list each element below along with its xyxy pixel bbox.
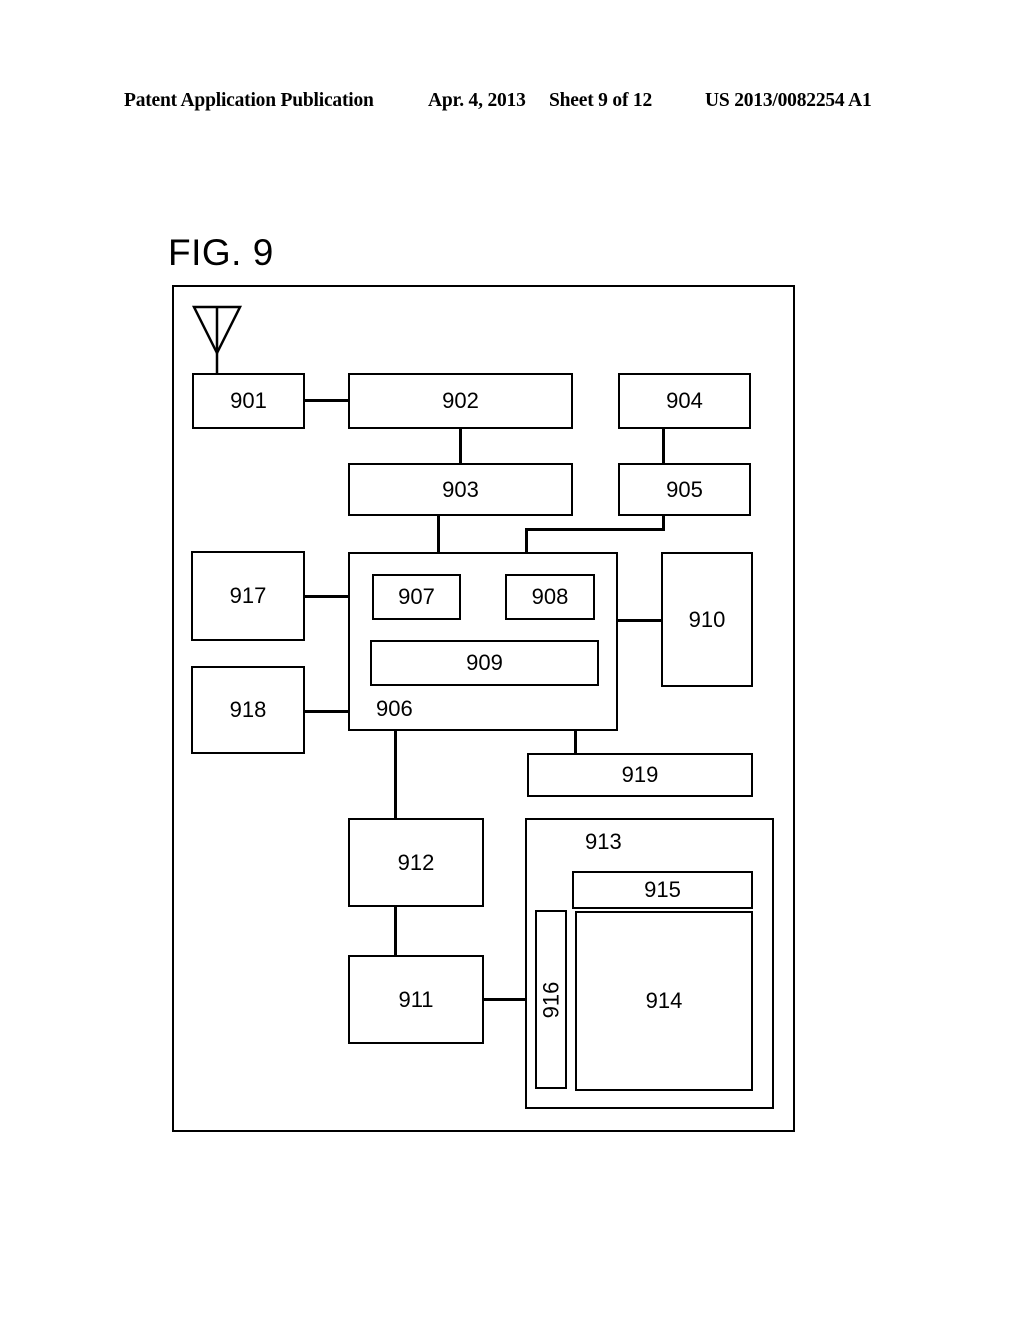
connector-905-906-seg3 bbox=[525, 528, 528, 552]
block-907-label: 907 bbox=[398, 584, 435, 609]
connector-902-903 bbox=[459, 429, 462, 463]
antenna-icon bbox=[191, 305, 243, 375]
block-905-label: 905 bbox=[666, 476, 703, 502]
block-919[interactable]: 919 bbox=[527, 753, 753, 797]
connector-903-906 bbox=[437, 516, 440, 552]
block-906-label: 906 bbox=[376, 696, 413, 721]
block-902-label: 902 bbox=[442, 388, 479, 413]
block-910-label: 910 bbox=[688, 606, 726, 632]
block-903[interactable]: 903 bbox=[348, 463, 573, 516]
block-908[interactable]: 908 bbox=[505, 574, 595, 620]
block-912[interactable]: 912 bbox=[348, 818, 484, 907]
block-915-label: 915 bbox=[644, 877, 681, 902]
block-904-label: 904 bbox=[666, 388, 703, 413]
figure-drawing: 901 902 903 904 905 906 907 908 909 910 … bbox=[0, 0, 1024, 1320]
block-901-label: 901 bbox=[230, 388, 267, 413]
block-911-label: 911 bbox=[398, 986, 434, 1012]
connector-906-912 bbox=[394, 730, 397, 818]
block-914[interactable]: 914 bbox=[575, 911, 753, 1091]
block-908-label: 908 bbox=[531, 584, 569, 609]
block-911[interactable]: 911 bbox=[348, 955, 484, 1044]
block-913-label: 913 bbox=[585, 829, 622, 854]
connector-904-905 bbox=[662, 429, 665, 463]
block-918[interactable]: 918 bbox=[191, 666, 305, 754]
connector-918-906 bbox=[305, 710, 348, 713]
block-916[interactable]: 916 bbox=[535, 910, 567, 1089]
connector-906-910 bbox=[617, 619, 661, 622]
block-910[interactable]: 910 bbox=[661, 552, 753, 687]
connector-912-911 bbox=[394, 907, 397, 955]
block-909[interactable]: 909 bbox=[370, 640, 599, 686]
connector-917-906 bbox=[305, 595, 348, 598]
block-904[interactable]: 904 bbox=[618, 373, 751, 429]
block-905[interactable]: 905 bbox=[618, 463, 751, 516]
block-918-label: 918 bbox=[229, 697, 267, 722]
block-916-label: 916 bbox=[538, 981, 563, 1018]
block-917-label: 917 bbox=[229, 583, 267, 608]
block-912-label: 912 bbox=[397, 849, 435, 875]
block-909-label: 909 bbox=[466, 650, 503, 675]
connector-905-906-seg2 bbox=[525, 528, 664, 531]
block-907[interactable]: 907 bbox=[372, 574, 461, 620]
block-917[interactable]: 917 bbox=[191, 551, 305, 641]
block-919-label: 919 bbox=[621, 762, 659, 787]
block-914-label: 914 bbox=[645, 988, 683, 1013]
connector-901-902 bbox=[305, 399, 348, 402]
block-903-label: 903 bbox=[442, 476, 479, 502]
block-902[interactable]: 902 bbox=[348, 373, 573, 429]
block-901[interactable]: 901 bbox=[192, 373, 305, 429]
connector-906-919 bbox=[574, 730, 577, 754]
block-915[interactable]: 915 bbox=[572, 871, 753, 909]
